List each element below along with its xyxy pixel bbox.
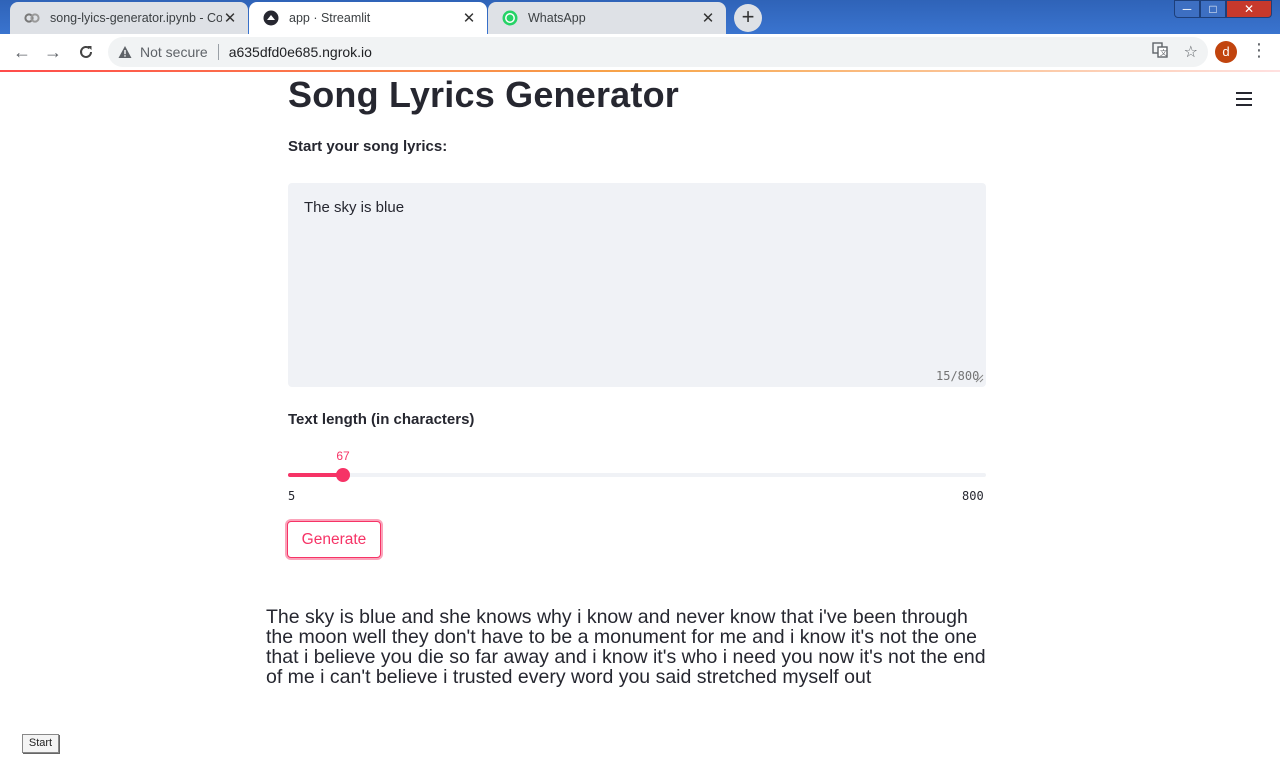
char-counter: 15/800 (936, 369, 980, 383)
tab-whatsapp[interactable]: WhatsApp ✕ (488, 2, 726, 34)
decoration-bar (0, 70, 1280, 72)
close-tab-icon[interactable]: ✕ (461, 9, 477, 27)
page-title: Song Lyrics Generator (288, 74, 679, 115)
whatsapp-icon (502, 10, 518, 26)
resize-grip-icon[interactable] (975, 374, 984, 383)
window-controls: ─ □ ✕ (1174, 0, 1272, 18)
colab-icon (24, 10, 40, 26)
tab-title: WhatsApp (528, 11, 586, 25)
translate-icon[interactable]: 文 (1151, 42, 1168, 63)
streamlit-icon (263, 10, 279, 26)
more-menu-icon[interactable]: ⋮ (1250, 40, 1268, 61)
reload-icon[interactable] (74, 40, 98, 64)
tab-colab[interactable]: song-lyics-generator.ipynb - Cola ✕ (10, 2, 248, 34)
text-length-slider[interactable] (288, 468, 986, 482)
close-tab-icon[interactable]: ✕ (700, 9, 716, 27)
svg-text:文: 文 (1160, 48, 1167, 57)
address-bar[interactable]: Not secure a635dfd0e685.ngrok.io 文 ☆ (108, 37, 1208, 67)
start-button[interactable]: Start (22, 734, 59, 753)
new-tab-button[interactable]: + (734, 4, 762, 32)
forward-icon[interactable]: → (41, 40, 65, 64)
divider (217, 44, 219, 60)
close-tab-icon[interactable]: ✕ (222, 9, 238, 27)
lyrics-input-label: Start your song lyrics: (288, 138, 448, 155)
browser-tab-bar: song-lyics-generator.ipynb - Cola ✕ app … (0, 0, 1280, 34)
text-length-label: Text length (in characters) (288, 411, 475, 428)
slider-thumb[interactable] (336, 468, 350, 482)
tab-title: app · Streamlit (289, 11, 371, 25)
slider-fill (288, 473, 343, 477)
warning-icon (118, 46, 132, 58)
tab-streamlit[interactable]: app · Streamlit ✕ (249, 2, 487, 34)
browser-toolbar: ← → Not secure a635dfd0e685.ngrok.io 文 ☆… (0, 34, 1280, 70)
close-window-button[interactable]: ✕ (1226, 0, 1272, 18)
generated-lyrics: The sky is blue and she knows why i know… (266, 606, 986, 688)
slider-value: 67 (336, 449, 350, 463)
generate-button[interactable]: Generate (287, 521, 381, 558)
slider-max-label: 800 (962, 489, 984, 503)
lyrics-textarea[interactable]: The sky is blue (288, 183, 986, 387)
slider-min-label: 5 (288, 489, 296, 503)
hamburger-menu-icon[interactable] (1236, 92, 1252, 106)
security-label[interactable]: Not secure (140, 44, 208, 60)
url-text[interactable]: a635dfd0e685.ngrok.io (229, 44, 372, 60)
back-icon[interactable]: ← (10, 40, 34, 64)
minimize-button[interactable]: ─ (1174, 0, 1200, 18)
profile-avatar[interactable]: d (1215, 41, 1237, 63)
maximize-button[interactable]: □ (1200, 0, 1226, 18)
tab-title: song-lyics-generator.ipynb - Cola (50, 11, 222, 25)
star-icon[interactable]: ☆ (1184, 42, 1198, 63)
